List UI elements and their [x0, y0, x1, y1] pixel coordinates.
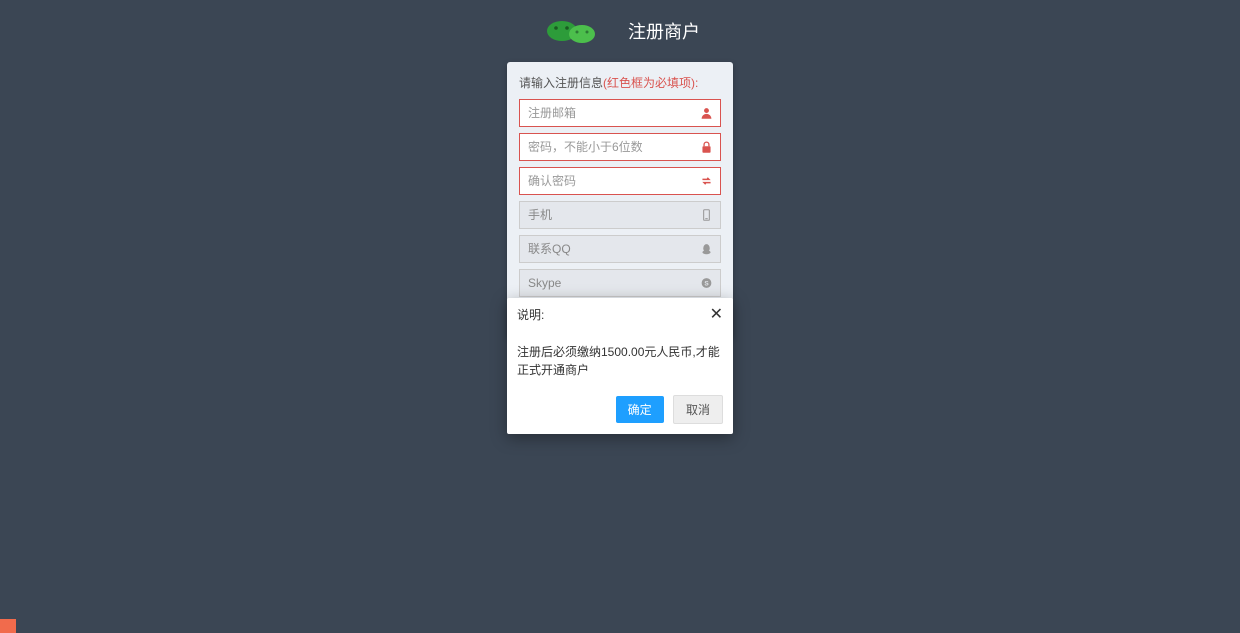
svg-text:S: S — [704, 280, 709, 287]
info-modal: 说明: ✕ 注册后必须缴纳1500.00元人民币,才能正式开通商户 确定 取消 — [507, 298, 733, 434]
confirm-button[interactable]: 确定 — [616, 396, 664, 423]
confirm-password-field[interactable] — [519, 167, 721, 195]
email-field[interactable] — [519, 99, 721, 127]
hint-required: (红色框为必填项): — [603, 76, 698, 90]
page-header: 注册商户 — [0, 0, 1240, 44]
cancel-button[interactable]: 取消 — [673, 395, 723, 424]
retweet-icon — [700, 175, 713, 188]
user-icon — [700, 107, 713, 120]
modal-body: 注册后必须缴纳1500.00元人民币,才能正式开通商户 — [507, 331, 733, 387]
wechat-logo — [540, 19, 610, 44]
modal-header: 说明: ✕ — [507, 298, 733, 331]
lock-icon — [700, 141, 713, 154]
hint-prefix: 请输入注册信息 — [519, 76, 603, 90]
phone-field[interactable] — [519, 201, 721, 229]
qq-icon — [700, 243, 713, 256]
email-group — [519, 99, 721, 127]
skype-group: S — [519, 269, 721, 297]
registration-form: 请输入注册信息(红色框为必填项): S — [507, 62, 733, 337]
modal-footer: 确定 取消 — [507, 387, 733, 434]
modal-title: 说明: — [517, 306, 544, 323]
phone-group — [519, 201, 721, 229]
phone-icon — [700, 209, 713, 222]
form-hint: 请输入注册信息(红色框为必填项): — [519, 74, 721, 91]
password-field[interactable] — [519, 133, 721, 161]
confirm-password-group — [519, 167, 721, 195]
password-group — [519, 133, 721, 161]
close-icon[interactable]: ✕ — [710, 307, 723, 323]
qq-group — [519, 235, 721, 263]
skype-icon: S — [700, 277, 713, 290]
corner-badge — [0, 619, 16, 633]
skype-field[interactable] — [519, 269, 721, 297]
page-title: 注册商户 — [628, 18, 700, 44]
qq-field[interactable] — [519, 235, 721, 263]
